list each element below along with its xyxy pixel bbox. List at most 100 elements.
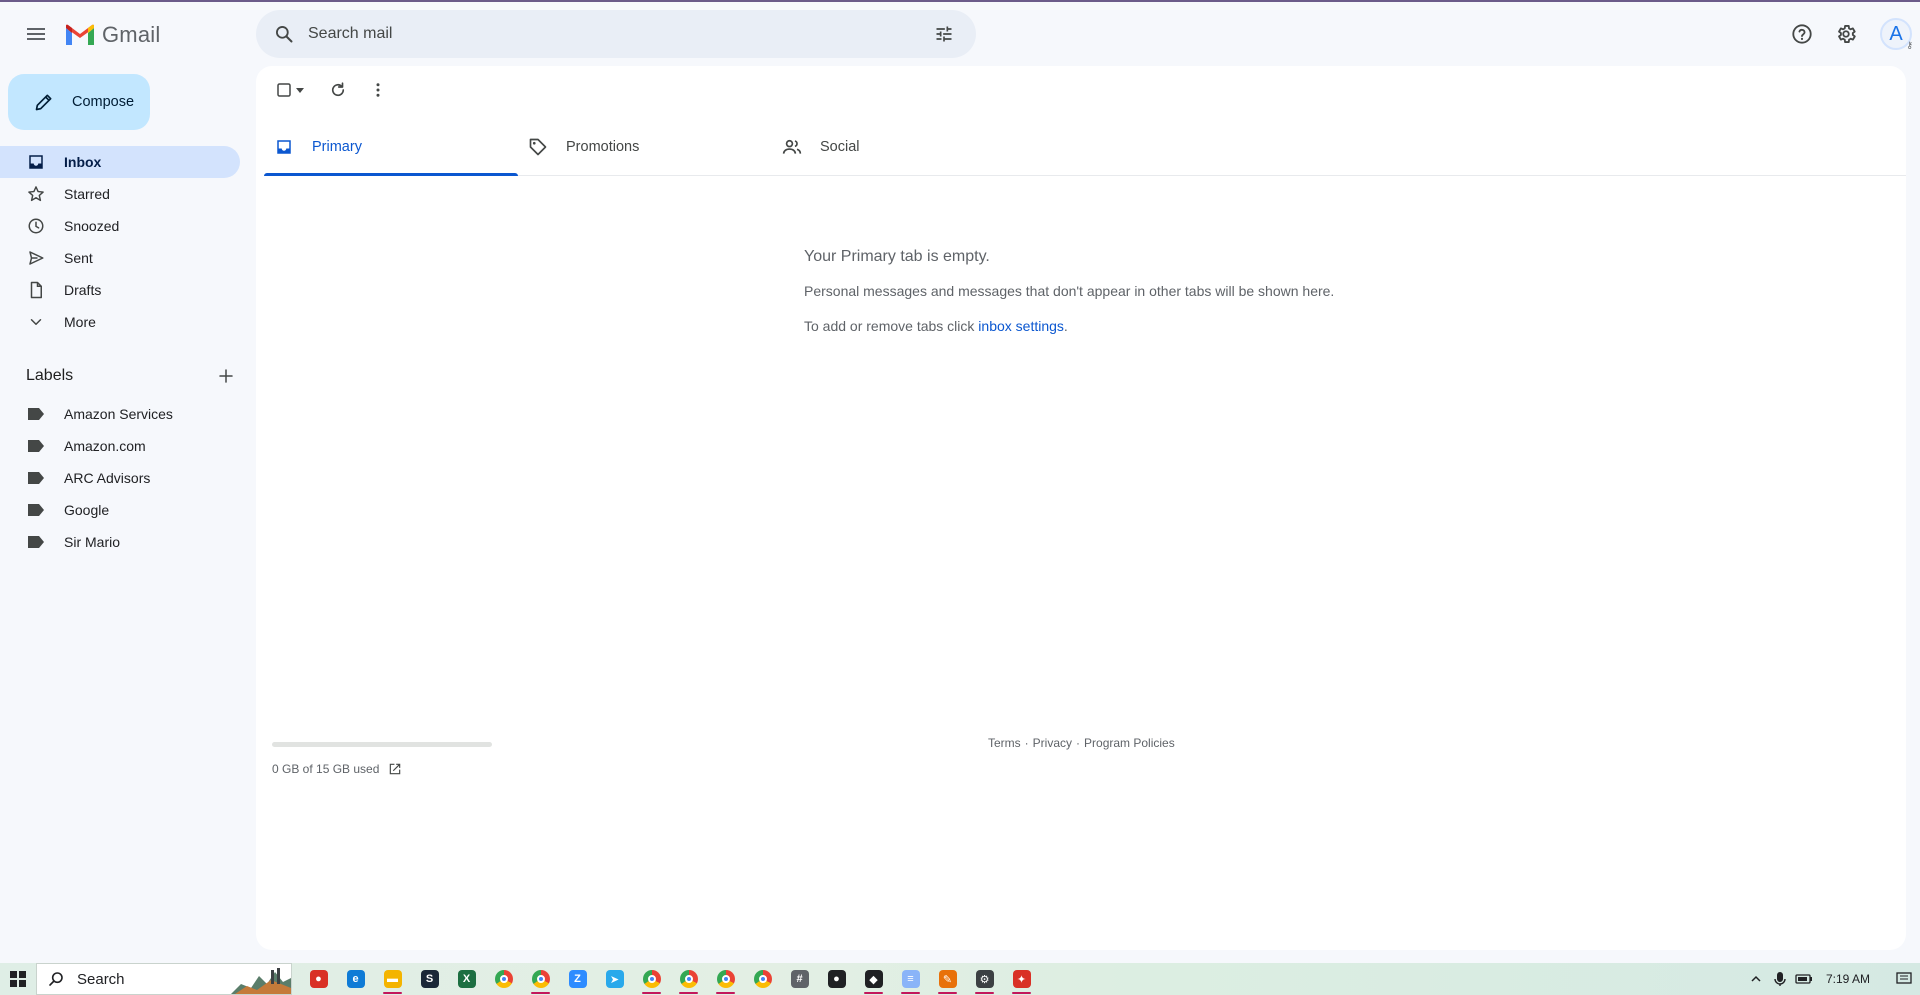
sidebar-item-snoozed[interactable]: Snoozed xyxy=(0,210,240,242)
label-item-amazon-services[interactable]: Amazon Services xyxy=(0,398,240,430)
privacy-link[interactable]: Privacy xyxy=(1033,736,1072,750)
taskbar-app-button[interactable] xyxy=(522,963,559,995)
label-icon xyxy=(26,500,46,520)
search-button[interactable] xyxy=(260,10,308,58)
more-options-button[interactable] xyxy=(358,70,398,110)
label-name: Amazon Services xyxy=(64,406,173,422)
label-name: Sir Mario xyxy=(64,534,121,550)
label-item-amazon-com[interactable]: Amazon.com xyxy=(0,430,240,462)
chrome-profile-icon xyxy=(531,970,550,988)
taskbar-app-button[interactable]: ≡ xyxy=(892,963,929,995)
gmail-m-icon xyxy=(66,24,94,45)
program-policies-link[interactable]: Program Policies xyxy=(1084,736,1175,750)
taskbar-app-button[interactable]: e xyxy=(337,963,374,995)
tune-icon xyxy=(936,26,952,42)
zoom-icon: Z xyxy=(568,970,587,988)
taskbar-app-button[interactable] xyxy=(744,963,781,995)
battery-button[interactable] xyxy=(1792,963,1816,995)
inbox-settings-link[interactable]: inbox settings xyxy=(978,318,1064,334)
open-external-icon xyxy=(390,763,401,775)
taskbar-app-button[interactable]: ✦ xyxy=(1003,963,1040,995)
avatar: A ⚷ xyxy=(1880,18,1913,50)
taskbar-app-button[interactable]: ✎ xyxy=(929,963,966,995)
settings-button[interactable] xyxy=(1824,12,1868,56)
taskbar-app-button[interactable]: ◆ xyxy=(855,963,892,995)
header-actions: A ⚷ xyxy=(1780,10,1920,58)
system-tray: 7:19 AM xyxy=(1744,963,1920,995)
terms-link[interactable]: Terms xyxy=(988,736,1021,750)
search-input[interactable] xyxy=(308,10,920,58)
taskbar-app-button[interactable]: ● xyxy=(818,963,855,995)
sidebar-item-label: Starred xyxy=(64,186,110,202)
refresh-icon xyxy=(331,82,345,97)
footer-links: Terms · Privacy · Program Policies xyxy=(988,736,1175,750)
taskbar-app-button[interactable]: # xyxy=(781,963,818,995)
refresh-button[interactable] xyxy=(318,70,358,110)
notification-center-button[interactable] xyxy=(1888,963,1920,995)
message-toolbar xyxy=(256,66,1906,114)
taskbar-app-button[interactable]: ⚙ xyxy=(966,963,1003,995)
app-dark-icon: ● xyxy=(827,970,846,988)
tab-promotions[interactable]: Promotions xyxy=(518,118,772,175)
hamburger-menu-icon xyxy=(27,28,45,40)
label-name: ARC Advisors xyxy=(64,470,151,486)
search-bar xyxy=(256,10,976,58)
more-vert-icon xyxy=(376,83,380,97)
taskbar-apps: ● e ▬ S X Z ➤ # ● ◆ ≡ ✎ ⚙ ✦ xyxy=(300,963,1040,995)
storage-usage: 0 GB of 15 GB used xyxy=(272,742,492,777)
header: Gmail A ⚷ xyxy=(0,2,1920,66)
labels-title: Labels xyxy=(26,367,74,384)
label-icon xyxy=(26,532,46,552)
label-item-sir-mario[interactable]: Sir Mario xyxy=(0,526,240,558)
gear-icon xyxy=(1838,25,1856,43)
taskbar-app-button[interactable]: ➤ xyxy=(596,963,633,995)
taskbar-clock[interactable]: 7:19 AM xyxy=(1826,972,1870,986)
paint-icon: ✎ xyxy=(938,970,957,988)
taskbar-app-button[interactable] xyxy=(633,963,670,995)
sidebar-item-more[interactable]: More xyxy=(0,306,240,338)
manage-storage-link[interactable] xyxy=(387,761,403,777)
tray-overflow-button[interactable] xyxy=(1744,963,1768,995)
sidebar-item-label: Snoozed xyxy=(64,218,120,234)
microphone-button[interactable] xyxy=(1768,963,1792,995)
taskbar-app-button[interactable] xyxy=(485,963,522,995)
sidebar-item-inbox[interactable]: Inbox xyxy=(0,146,240,178)
start-button[interactable] xyxy=(0,963,36,995)
windows-taskbar: Search ● e ▬ S X Z ➤ # ● ◆ ≡ ✎ ⚙ ✦ 7:19 AM xyxy=(0,963,1920,995)
steam-icon: S xyxy=(420,970,439,988)
create-label-button[interactable] xyxy=(212,362,240,390)
chrome-profile-icon xyxy=(753,970,772,988)
gmail-logo[interactable]: Gmail xyxy=(64,20,160,50)
taskbar-search[interactable]: Search xyxy=(36,963,292,995)
select-all-checkbox[interactable] xyxy=(268,70,312,110)
account-button[interactable]: A ⚷ xyxy=(1874,12,1918,56)
battery-icon xyxy=(1795,974,1812,984)
sidebar-item-drafts[interactable]: Drafts xyxy=(0,274,240,306)
app-notes-icon: ◆ xyxy=(864,970,883,988)
compose-button[interactable]: Compose xyxy=(8,74,150,130)
taskbar-app-button[interactable]: X xyxy=(448,963,485,995)
taskbar-app-button[interactable]: ▬ xyxy=(374,963,411,995)
taskbar-app-button[interactable] xyxy=(670,963,707,995)
tab-social[interactable]: Social xyxy=(772,118,1026,175)
taskbar-app-button[interactable]: S xyxy=(411,963,448,995)
chrome-icon xyxy=(494,970,513,988)
sidebar-item-starred[interactable]: Starred xyxy=(0,178,240,210)
file-explorer-icon: ▬ xyxy=(383,970,402,988)
notepad-icon: ≡ xyxy=(901,970,920,988)
sidebar-item-label: More xyxy=(64,314,96,330)
empty-description: Personal messages and messages that don'… xyxy=(804,283,1335,299)
taskbar-app-button[interactable]: Z xyxy=(559,963,596,995)
tab-primary[interactable]: Primary xyxy=(264,118,518,176)
calculator-icon: # xyxy=(790,970,809,988)
support-button[interactable] xyxy=(1780,12,1824,56)
storage-bar xyxy=(272,742,492,747)
taskbar-app-button[interactable] xyxy=(707,963,744,995)
label-item-google[interactable]: Google xyxy=(0,494,240,526)
chrome-center-dot xyxy=(758,975,767,983)
taskbar-app-button[interactable]: ● xyxy=(300,963,337,995)
sidebar-item-sent[interactable]: Sent xyxy=(0,242,240,274)
label-item-arc-advisors[interactable]: ARC Advisors xyxy=(0,462,240,494)
main-menu-button[interactable] xyxy=(16,14,56,54)
search-options-button[interactable] xyxy=(920,10,968,58)
